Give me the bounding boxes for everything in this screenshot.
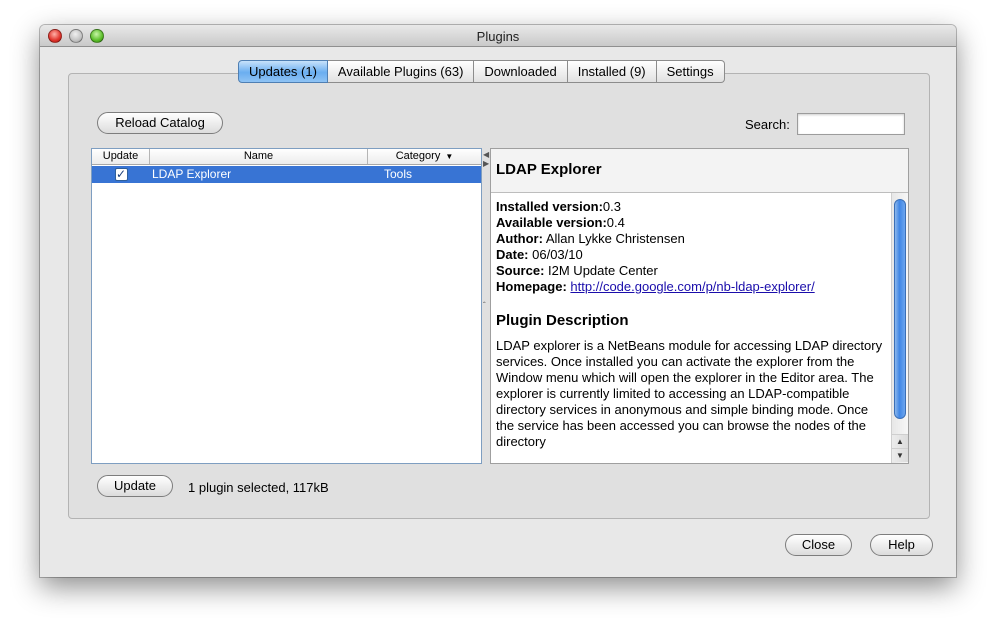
update-checkbox[interactable]: ✓ [114,168,128,181]
plugins-table: Update Name Category ▼ ✓ LDAP Explorer T… [91,148,482,464]
details-body: Installed version:0.3 Available version:… [491,193,892,463]
scroll-down-icon[interactable]: ▼ [892,448,908,462]
update-button[interactable]: Update [97,475,173,497]
tab-available-plugins[interactable]: Available Plugins (63) [327,60,475,83]
expand-right-icon[interactable]: ▶ [483,160,489,168]
title-bar[interactable]: Plugins [40,25,956,47]
split-pane-divider[interactable]: ◀ ▶ ˆ [482,148,490,464]
description-heading: Plugin Description [496,312,629,329]
tab-downloaded[interactable]: Downloaded [474,60,568,83]
search-input[interactable] [797,113,905,135]
homepage-link[interactable]: http://code.google.com/p/nb-ldap-explore… [570,279,814,294]
reload-catalog-button[interactable]: Reload Catalog [97,112,223,134]
author-line: Author: Allan Lykke Christensen [496,231,685,246]
homepage-line: Homepage: http://code.google.com/p/nb-ld… [496,279,815,294]
sort-descending-icon: ▼ [445,152,454,161]
tab-installed[interactable]: Installed (9) [567,60,657,83]
plugins-window: Plugins Updates (1) Available Plugins (6… [40,25,956,577]
scroll-up-icon[interactable]: ▲ [892,434,908,448]
tab-updates[interactable]: Updates (1) [238,60,328,83]
table-row[interactable]: ✓ LDAP Explorer Tools [92,166,481,183]
divider-grip-icon: ˆ [483,301,486,310]
collapse-left-icon[interactable]: ◀ [483,151,489,159]
plugin-details-panel: LDAP Explorer Installed version:0.3 Avai… [490,148,909,464]
column-header-category-label: Category [395,150,441,162]
source-line: Source: I2M Update Center [496,263,658,278]
installed-version-line: Installed version:0.3 [496,199,621,214]
search-label: Search: [745,117,790,132]
column-header-update[interactable]: Update [92,149,150,164]
details-scrollbar[interactable]: ▲ ▼ [891,193,908,463]
details-title: LDAP Explorer [491,149,908,193]
table-header: Update Name Category ▼ [92,149,481,165]
available-version-line: Available version:0.4 [496,215,625,230]
scrollbar-thumb[interactable] [894,199,906,419]
window-title: Plugins [476,29,520,44]
plugin-description: LDAP explorer is a NetBeans module for a… [496,338,883,449]
update-checkbox-cell[interactable]: ✓ [92,166,150,183]
plugin-category-cell: Tools [384,167,413,181]
plugin-name-cell: LDAP Explorer [152,167,232,181]
close-button[interactable]: Close [785,534,852,556]
selection-status: 1 plugin selected, 117kB [188,480,329,495]
help-button[interactable]: Help [870,534,933,556]
tab-settings[interactable]: Settings [656,60,725,83]
tab-bar: Updates (1) Available Plugins (63) Downl… [238,60,725,83]
column-header-category[interactable]: Category ▼ [368,149,481,164]
date-line: Date: 06/03/10 [496,247,583,262]
column-header-name[interactable]: Name [150,149,368,164]
